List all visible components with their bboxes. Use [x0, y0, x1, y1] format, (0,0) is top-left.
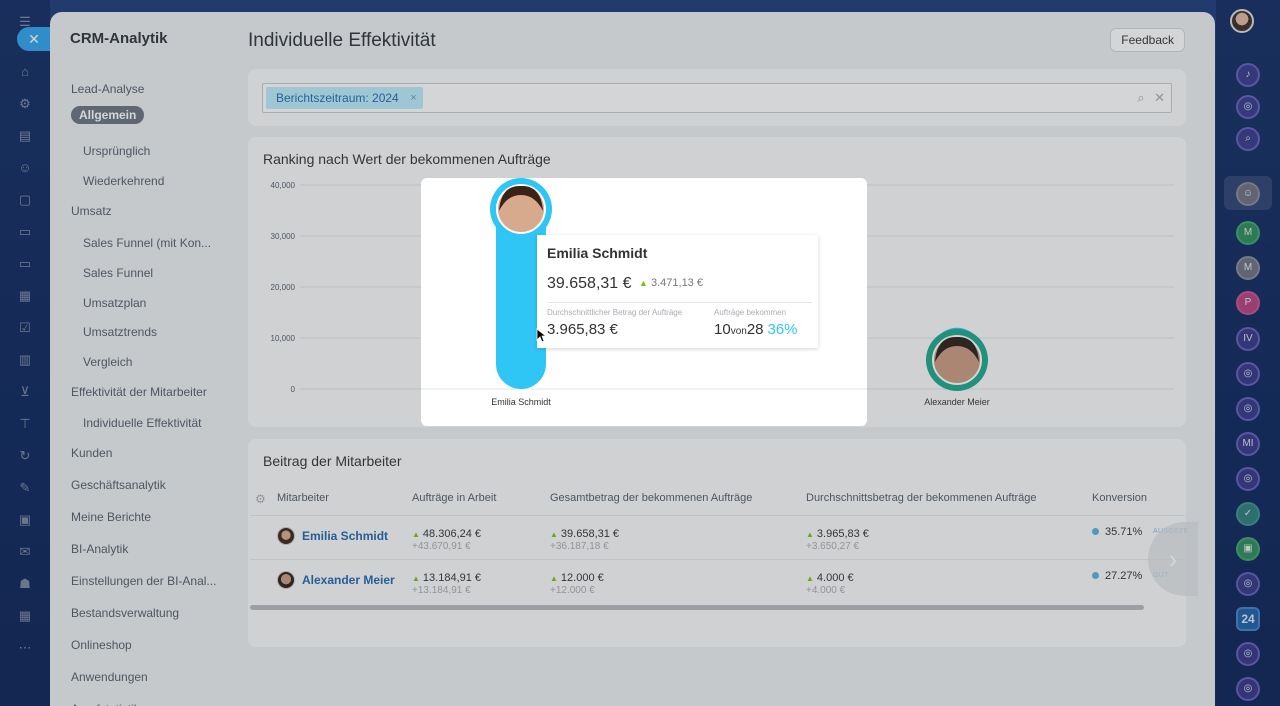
tooltip-avg-value: 3.965,83 €: [547, 321, 618, 338]
won-of: von: [730, 326, 747, 337]
tooltip-amount: 39.658,31 €: [547, 275, 632, 292]
tooltip-won-value: 10von28 36%: [714, 321, 798, 338]
won-percent: 36%: [767, 321, 798, 338]
tooltip-divider: [547, 302, 812, 303]
won-count: 10: [714, 321, 731, 338]
up-arrow-icon: ▲: [639, 278, 648, 288]
employee-tooltip: Emilia Schmidt 39.658,31 € ▲ 3.471,13 € …: [537, 235, 818, 348]
tooltip-avg-label: Durchschnittlicher Betrag der Aufträge: [547, 308, 683, 317]
tooltip-name: Emilia Schmidt: [547, 245, 648, 261]
tooltip-delta: ▲ 3.471,13 €: [639, 277, 703, 289]
tooltip-delta-value: 3.471,13 €: [650, 277, 703, 289]
mouse-cursor-icon: [536, 328, 546, 343]
tooltip-won-label: Aufträge bekommen: [714, 308, 787, 317]
won-total: 28: [746, 321, 764, 338]
